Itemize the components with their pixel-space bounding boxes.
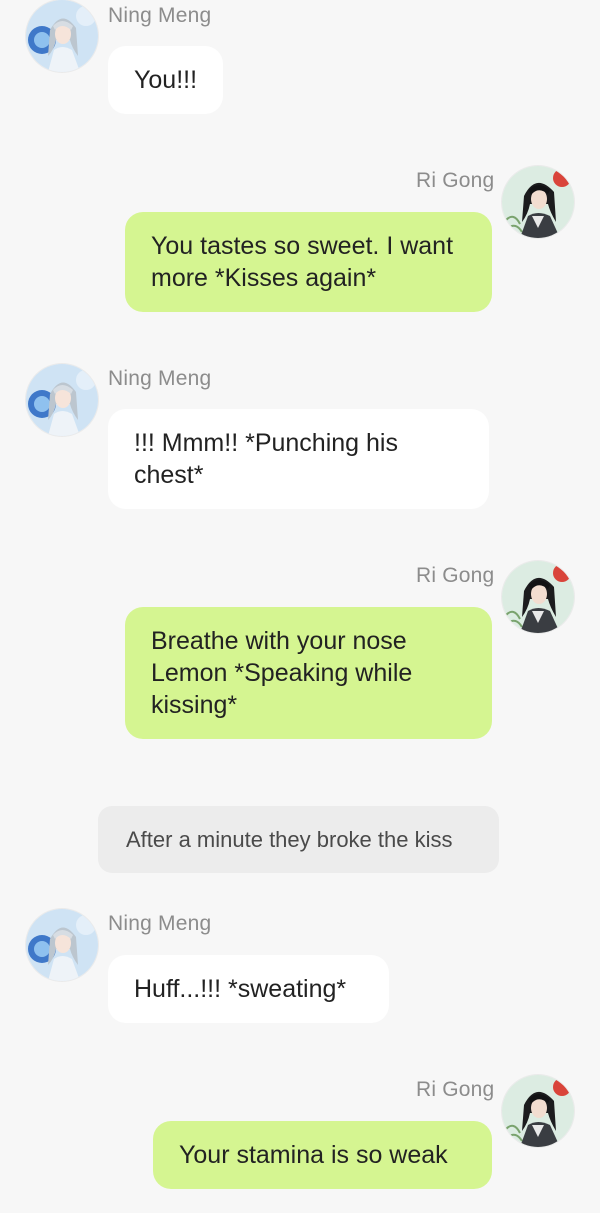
sender-name: Ri Gong (416, 169, 495, 192)
sender-name: Ning Meng (108, 367, 212, 390)
narration-bubble: After a minute they broke the kiss (98, 806, 499, 873)
sender-name: Ning Meng (108, 4, 212, 27)
message-bubble-right: Your stamina is so weak (153, 1121, 492, 1189)
message-bubble-left: You!!! (108, 46, 223, 114)
message-bubble-right: You tastes so sweet. I want more *Kisses… (125, 212, 492, 312)
sender-name: Ri Gong (416, 564, 495, 587)
ri-gong-avatar-icon[interactable] (502, 166, 574, 238)
ning-meng-avatar-icon[interactable] (26, 909, 98, 981)
sender-name: Ning Meng (108, 912, 212, 935)
message-bubble-left: Huff...!!! *sweating* (108, 955, 389, 1023)
ning-meng-avatar-icon[interactable] (26, 364, 98, 436)
sender-name: Ri Gong (416, 1078, 495, 1101)
message-bubble-left: !!! Mmm!! *Punching his chest* (108, 409, 489, 509)
ri-gong-avatar-icon[interactable] (502, 561, 574, 633)
ri-gong-avatar-icon[interactable] (502, 1075, 574, 1147)
ning-meng-avatar-icon[interactable] (26, 0, 98, 72)
message-bubble-right: Breathe with your nose Lemon *Speaking w… (125, 607, 492, 739)
